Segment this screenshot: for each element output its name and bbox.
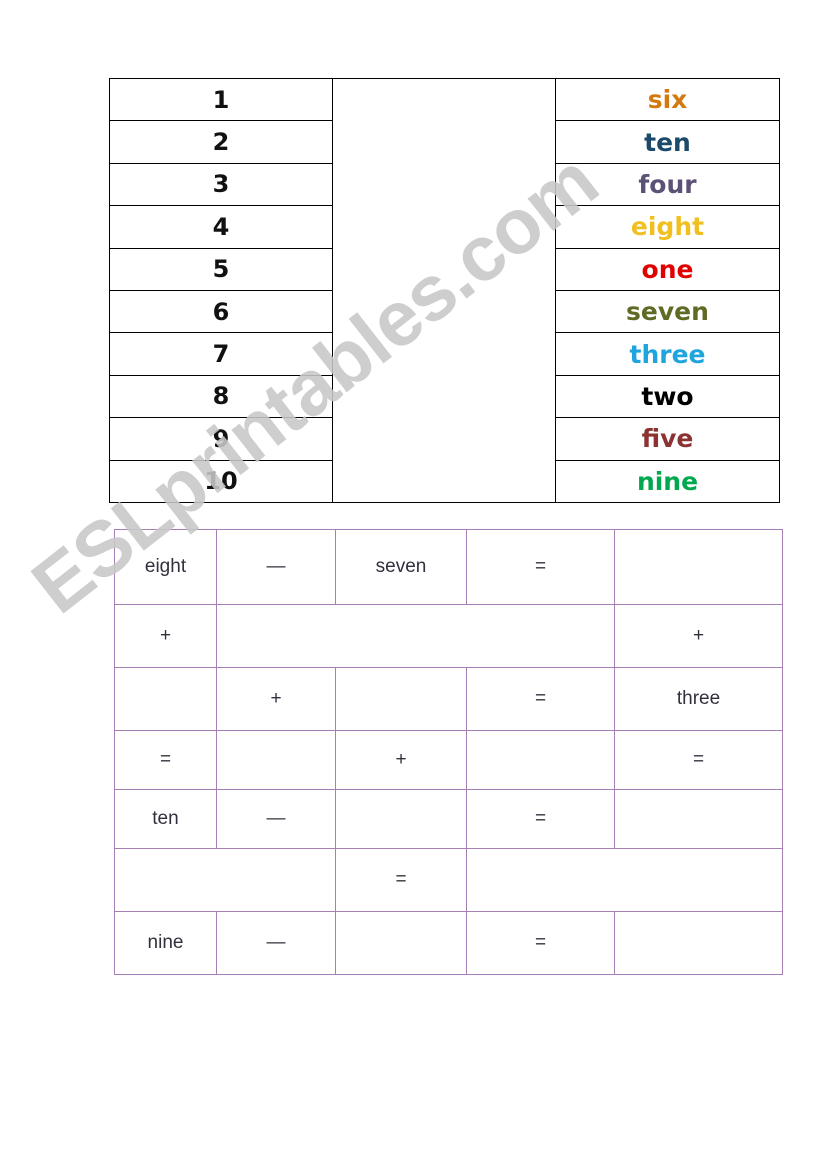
- equation-cell-r4c4[interactable]: [466, 730, 615, 790]
- number-matching-table-container: 1 six 2 ten 3 four 4 eight 5 one 6 seven…: [109, 77, 780, 503]
- number-matching-table: 1 six 2 ten 3 four 4 eight 5 one 6 seven…: [109, 77, 780, 503]
- equation-cell-r7c5[interactable]: [614, 911, 783, 975]
- equation-cell-r6-right-merged[interactable]: [466, 848, 783, 912]
- number-cell-9[interactable]: 9: [109, 417, 333, 461]
- word-cell-4[interactable]: eight: [555, 205, 780, 249]
- number-cell-7[interactable]: 7: [109, 332, 333, 376]
- number-cell-1[interactable]: 1: [109, 77, 333, 122]
- equation-cell-r1c5[interactable]: [614, 529, 783, 605]
- equation-operator-r5c2[interactable]: —: [216, 789, 336, 849]
- word-cell-3[interactable]: four: [555, 162, 780, 207]
- equation-operator-r5c4[interactable]: =: [466, 789, 615, 849]
- equation-operator-r3c4[interactable]: =: [466, 667, 615, 731]
- table-row: 1 six: [109, 77, 780, 503]
- word-cell-6[interactable]: seven: [555, 289, 780, 334]
- word-cell-10[interactable]: nine: [555, 459, 780, 503]
- equation-cell-r6-left-merged[interactable]: [114, 848, 336, 912]
- table-row: =: [114, 848, 783, 912]
- equation-cell-r2-merged[interactable]: [216, 604, 615, 668]
- equation-cell-r3c1[interactable]: [114, 667, 217, 731]
- table-row: + +: [114, 604, 783, 668]
- equation-cell-r1c3[interactable]: seven: [335, 529, 467, 605]
- word-cell-5[interactable]: one: [555, 247, 780, 291]
- equation-operator-r4c5[interactable]: =: [614, 730, 783, 790]
- number-cell-10[interactable]: 10: [109, 459, 333, 503]
- number-cell-8[interactable]: 8: [109, 374, 333, 419]
- equation-cell-r7c3[interactable]: [335, 911, 467, 975]
- number-cell-3[interactable]: 3: [109, 162, 333, 207]
- table-row: + = three: [114, 667, 783, 731]
- equation-cell-r4c2[interactable]: [216, 730, 336, 790]
- word-cell-7[interactable]: three: [555, 332, 780, 376]
- equation-cell-r3c3[interactable]: [335, 667, 467, 731]
- equation-operator-r3c2[interactable]: +: [216, 667, 336, 731]
- equation-operator-r6c3[interactable]: =: [335, 848, 467, 912]
- equation-cell-r3c5[interactable]: three: [614, 667, 783, 731]
- equation-operator-r7c2[interactable]: —: [216, 911, 336, 975]
- table-row: ten — =: [114, 789, 783, 849]
- equation-operator-r1c4[interactable]: =: [466, 529, 615, 605]
- equation-cell-r5c1[interactable]: ten: [114, 789, 217, 849]
- equation-cell-r5c3[interactable]: [335, 789, 467, 849]
- number-cell-2[interactable]: 2: [109, 120, 333, 164]
- word-cell-1[interactable]: six: [555, 77, 780, 122]
- table-row: = + =: [114, 730, 783, 790]
- number-cell-6[interactable]: 6: [109, 289, 333, 334]
- equation-operator-r4c3[interactable]: +: [335, 730, 467, 790]
- number-cell-5[interactable]: 5: [109, 247, 333, 291]
- word-cell-2[interactable]: ten: [555, 120, 780, 164]
- equation-operator-r2c5[interactable]: +: [614, 604, 783, 668]
- word-cell-9[interactable]: five: [555, 417, 780, 461]
- answer-blank-column[interactable]: [332, 78, 556, 503]
- equation-cell-r7c1[interactable]: nine: [114, 911, 217, 975]
- equation-operator-r7c4[interactable]: =: [466, 911, 615, 975]
- equation-operator-r4c1[interactable]: =: [114, 730, 217, 790]
- equation-operator-r1c2[interactable]: —: [216, 529, 336, 605]
- equation-cell-r5c5[interactable]: [614, 789, 783, 849]
- number-cell-4[interactable]: 4: [109, 205, 333, 249]
- table-row: eight — seven =: [114, 529, 783, 605]
- equation-cell-r1c1[interactable]: eight: [114, 529, 217, 605]
- word-cell-8[interactable]: two: [555, 374, 780, 419]
- number-equations-table-container: eight — seven = + + + = three = + = ten …: [114, 529, 783, 975]
- table-row: nine — =: [114, 911, 783, 975]
- number-equations-table: eight — seven = + + + = three = + = ten …: [114, 529, 783, 975]
- equation-operator-r2c1[interactable]: +: [114, 604, 217, 668]
